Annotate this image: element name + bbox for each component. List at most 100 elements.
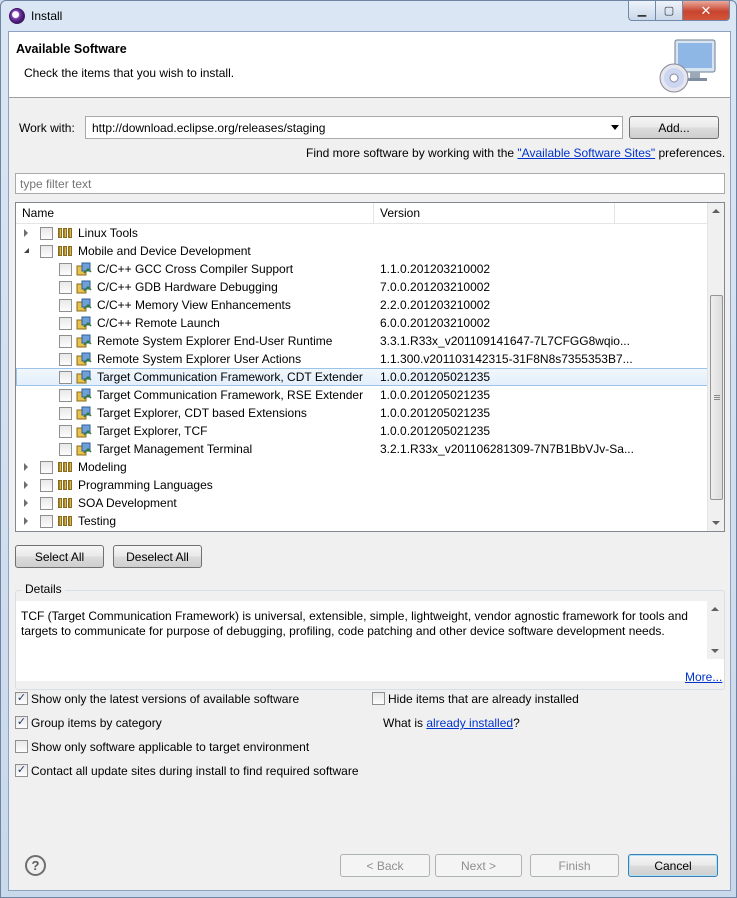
close-button[interactable]: ✕	[682, 1, 730, 21]
feature-plugin-icon	[76, 369, 92, 385]
scroll-up-arrow-icon[interactable]	[712, 209, 720, 213]
filter-input[interactable]	[16, 174, 724, 193]
row-name: C/C++ Remote Launch	[97, 316, 220, 330]
collapsed-triangle-icon[interactable]	[24, 229, 28, 237]
tree-row[interactable]: C/C++ GDB Hardware Debugging 7.0.0.201203…	[16, 278, 708, 296]
row-version: 7.0.0.201203210002	[380, 280, 491, 294]
row-checkbox[interactable]	[59, 389, 72, 402]
eclipse-icon	[9, 8, 25, 24]
back-button[interactable]: < Back	[340, 854, 430, 877]
tree-row[interactable]: C/C++ Memory View Enhancements 2.2.0.2012…	[16, 296, 708, 314]
hide-installed-checkbox[interactable]	[372, 692, 385, 705]
row-checkbox[interactable]	[59, 317, 72, 330]
row-checkbox[interactable]	[40, 479, 53, 492]
tree-row[interactable]: Linux Tools	[16, 224, 708, 242]
select-all-button[interactable]: Select All	[15, 545, 104, 568]
row-checkbox[interactable]	[40, 245, 53, 258]
tree-row[interactable]: Target Management Terminal 3.2.1.R33x_v20…	[16, 440, 708, 458]
work-with-label: Work with:	[19, 121, 75, 135]
collapsed-triangle-icon[interactable]	[24, 517, 28, 525]
row-name: Remote System Explorer User Actions	[97, 352, 302, 366]
software-tree[interactable]: Name Version Linux Tools Mobile and Devic…	[15, 202, 725, 532]
maximize-button[interactable]: ▢	[655, 1, 683, 21]
title-bar[interactable]: Install ▁ ▢ ✕	[1, 1, 736, 31]
row-name: C/C++ GCC Cross Compiler Support	[97, 262, 294, 276]
deselect-all-button[interactable]: Deselect All	[113, 545, 202, 568]
collapsed-triangle-icon[interactable]	[24, 499, 28, 507]
tree-row[interactable]: Target Explorer, TCF 1.0.0.201205021235	[16, 422, 708, 440]
version-column-header[interactable]: Version	[374, 203, 615, 224]
row-checkbox[interactable]	[40, 497, 53, 510]
banner-description: Check the items that you wish to install…	[24, 66, 235, 80]
details-text-area[interactable]: TCF (Target Communication Framework) is …	[16, 601, 724, 681]
expanded-triangle-icon[interactable]	[24, 248, 29, 253]
row-checkbox[interactable]	[59, 299, 72, 312]
scroll-thumb[interactable]	[710, 295, 723, 500]
feature-plugin-icon	[76, 351, 92, 367]
row-checkbox[interactable]	[59, 371, 72, 384]
already-installed-link[interactable]: already installed	[426, 716, 513, 730]
feature-plugin-icon	[76, 261, 92, 277]
work-with-combo[interactable]: http://download.eclipse.org/releases/sta…	[85, 116, 623, 139]
group-by-category-label: Group items by category	[31, 716, 162, 730]
row-version: 6.0.0.201203210002	[380, 316, 491, 330]
grip-line	[714, 399, 720, 400]
tree-scrollbar[interactable]	[707, 203, 724, 531]
cancel-button[interactable]: Cancel	[628, 854, 718, 877]
scroll-up-arrow-icon[interactable]	[711, 607, 719, 611]
latest-versions-label: Show only the latest versions of availab…	[31, 692, 300, 706]
minimize-button[interactable]: ▁	[628, 1, 656, 21]
available-software-sites-link[interactable]: "Available Software Sites"	[517, 146, 655, 160]
tree-row[interactable]: Remote System Explorer End-User Runtime 3…	[16, 332, 708, 350]
help-icon[interactable]: ?	[25, 855, 46, 876]
row-checkbox[interactable]	[59, 281, 72, 294]
tree-row[interactable]: Remote System Explorer User Actions 1.1.3…	[16, 350, 708, 368]
row-checkbox[interactable]	[59, 443, 72, 456]
tree-row[interactable]: Programming Languages	[16, 476, 708, 494]
find-more-suffix: preferences.	[655, 146, 726, 160]
category-icon	[58, 462, 72, 472]
group-by-category-checkbox[interactable]: ✓	[15, 716, 28, 729]
row-checkbox[interactable]	[59, 407, 72, 420]
row-checkbox[interactable]	[59, 425, 72, 438]
details-group: Details TCF (Target Communication Framew…	[15, 582, 725, 690]
tree-row[interactable]: C/C++ GCC Cross Compiler Support 1.1.0.20…	[16, 260, 708, 278]
more-details-link[interactable]: More...	[685, 670, 722, 684]
add-site-button[interactable]: Add...	[629, 116, 719, 139]
row-checkbox[interactable]	[59, 353, 72, 366]
feature-plugin-icon	[76, 315, 92, 331]
feature-plugin-icon	[76, 405, 92, 421]
collapsed-triangle-icon[interactable]	[24, 463, 28, 471]
name-column-header[interactable]: Name	[16, 203, 374, 224]
tree-row[interactable]: Target Explorer, CDT based Extensions 1.0…	[16, 404, 708, 422]
finish-button[interactable]: Finish	[530, 854, 619, 877]
details-scrollbar[interactable]	[707, 601, 724, 659]
tree-row[interactable]: Modeling	[16, 458, 708, 476]
tree-row[interactable]: Testing	[16, 512, 708, 530]
row-name: Target Management Terminal	[97, 442, 253, 456]
banner-title: Available Software	[16, 42, 127, 56]
row-checkbox[interactable]	[59, 263, 72, 276]
row-name: SOA Development	[78, 496, 177, 510]
feature-plugin-icon	[76, 423, 92, 439]
contact-sites-checkbox[interactable]: ✓	[15, 764, 28, 777]
chevron-down-icon[interactable]	[611, 125, 619, 130]
tree-row[interactable]: Mobile and Device Development	[16, 242, 708, 260]
tree-row[interactable]: SOA Development	[16, 494, 708, 512]
row-checkbox[interactable]	[40, 515, 53, 528]
tree-row[interactable]: Target Communication Framework, CDT Exte…	[16, 368, 708, 386]
grip-line	[714, 395, 720, 396]
scroll-down-arrow-icon[interactable]	[712, 521, 720, 525]
collapsed-triangle-icon[interactable]	[24, 481, 28, 489]
latest-versions-checkbox[interactable]: ✓	[15, 692, 28, 705]
install-cd-monitor-icon	[659, 39, 716, 93]
row-checkbox[interactable]	[40, 227, 53, 240]
row-checkbox[interactable]	[59, 335, 72, 348]
target-env-checkbox[interactable]	[15, 740, 28, 753]
next-button[interactable]: Next >	[435, 854, 522, 877]
tree-row[interactable]: Target Communication Framework, RSE Exte…	[16, 386, 708, 404]
row-checkbox[interactable]	[40, 461, 53, 474]
scroll-down-arrow-icon[interactable]	[711, 649, 719, 653]
filter-field[interactable]	[15, 173, 725, 194]
tree-row[interactable]: C/C++ Remote Launch 6.0.0.201203210002	[16, 314, 708, 332]
